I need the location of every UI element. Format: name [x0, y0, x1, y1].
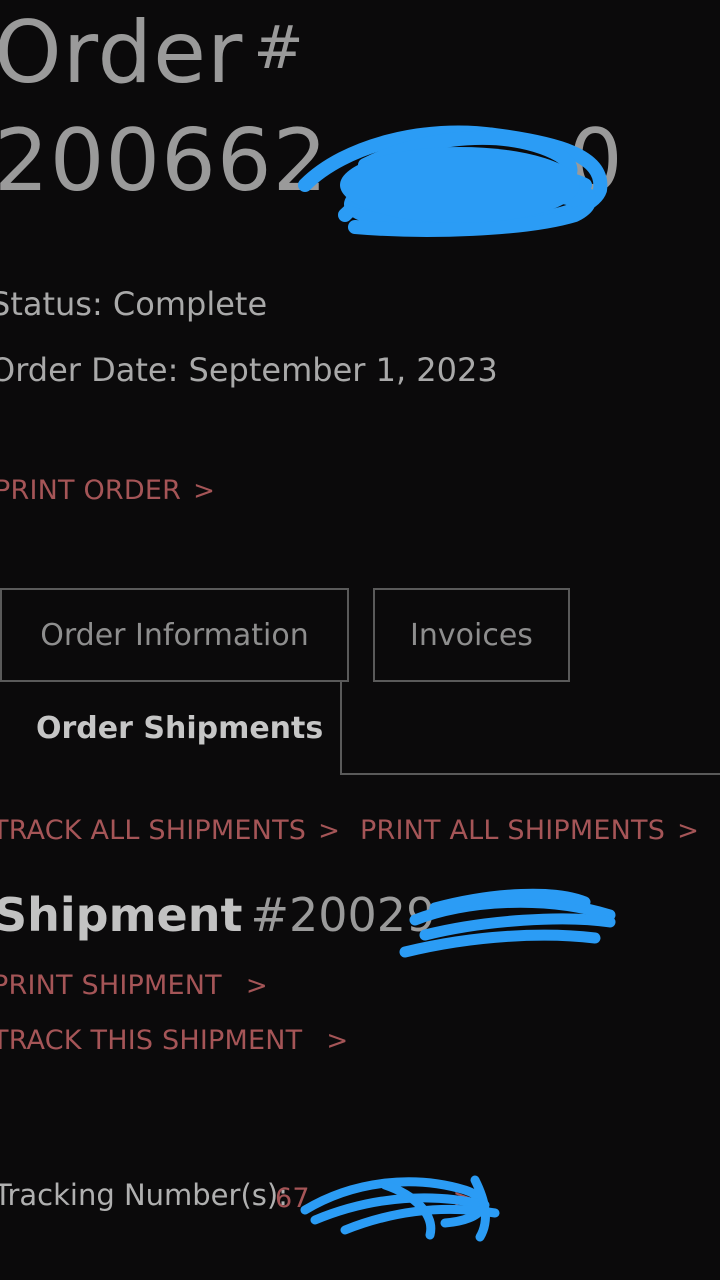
chevron-right-icon: >	[326, 1026, 349, 1056]
order-number: 200662XXXX0	[0, 111, 624, 211]
chevron-right-icon: >	[245, 971, 268, 1001]
chevron-right-icon: >	[318, 816, 341, 846]
track-this-shipment-link[interactable]: TRACK THIS SHIPMENT >	[0, 1025, 348, 1056]
chevron-right-icon: >	[452, 1184, 475, 1214]
order-hash: #	[253, 13, 305, 83]
track-all-shipments-link[interactable]: TRACK ALL SHIPMENTS >	[0, 815, 340, 846]
chevron-right-icon: >	[193, 476, 216, 506]
tabs-divider	[340, 773, 720, 775]
order-title: Order# 200662XXXX0	[0, 0, 624, 215]
tab-order-shipments[interactable]: Order Shipments	[0, 682, 342, 775]
chevron-right-icon: >	[677, 816, 700, 846]
shipment-title: Shipment #20029	[0, 888, 436, 942]
print-order-label: PRINT ORDER	[0, 475, 182, 506]
order-title-word: Order	[0, 3, 244, 103]
order-date: Order Date: September 1, 2023	[0, 351, 498, 389]
order-status: Status: Complete	[0, 285, 268, 323]
tracking-label: Tracking Number(s):	[0, 1178, 288, 1212]
tab-order-information[interactable]: Order Information	[0, 588, 349, 682]
tracking-number-link[interactable]: 67XXXXXXX>	[275, 1183, 475, 1214]
shipment-number: #20029	[250, 888, 436, 942]
print-shipment-link[interactable]: PRINT SHIPMENT >	[0, 970, 268, 1001]
tab-invoices[interactable]: Invoices	[373, 588, 570, 682]
print-order-link[interactable]: PRINT ORDER >	[0, 475, 215, 506]
order-detail-page: Order# 200662XXXX0 Status: Complete Orde…	[0, 0, 720, 1280]
print-all-shipments-link[interactable]: PRINT ALL SHIPMENTS >	[360, 815, 699, 846]
